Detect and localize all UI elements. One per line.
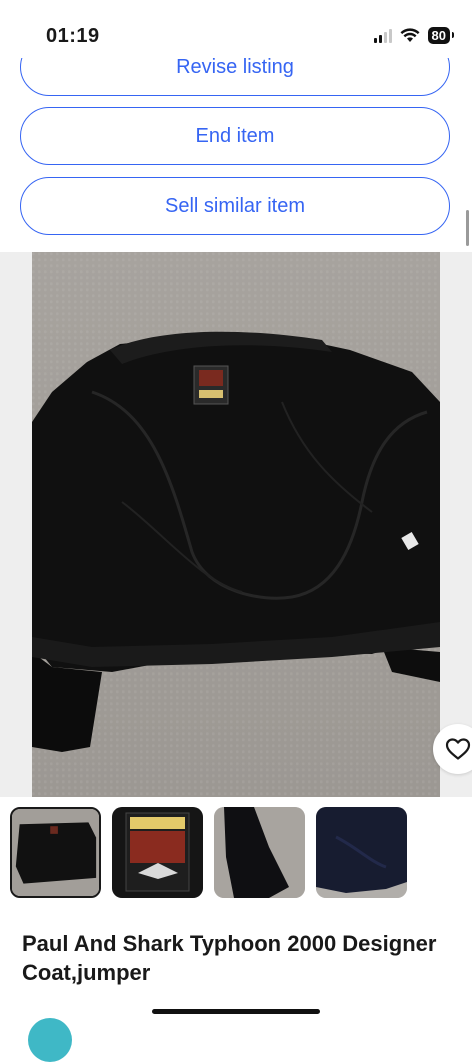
cellular-signal-icon bbox=[373, 28, 392, 43]
wifi-icon bbox=[400, 28, 420, 42]
item-title: Paul And Shark Typhoon 2000 Designer Coa… bbox=[22, 931, 437, 985]
thumbnail-2[interactable] bbox=[112, 807, 203, 898]
scroll-indicator bbox=[466, 210, 469, 246]
photo-gallery[interactable] bbox=[0, 252, 472, 797]
sell-similar-item-button[interactable]: Sell similar item bbox=[20, 177, 450, 235]
thumbnail-strip bbox=[10, 807, 407, 898]
status-bar: 01:19 80 bbox=[0, 0, 472, 58]
thumbnail-3[interactable] bbox=[214, 807, 305, 898]
jacket-lining-thumbnail bbox=[12, 809, 99, 896]
heart-icon bbox=[445, 738, 471, 760]
thumbnail-4[interactable] bbox=[316, 807, 407, 898]
main-item-photo[interactable] bbox=[32, 252, 472, 797]
brand-label-thumbnail bbox=[112, 807, 203, 898]
jacket-photo-image bbox=[32, 331, 440, 752]
fabric-closeup-thumbnail bbox=[316, 807, 407, 898]
home-indicator[interactable] bbox=[152, 1009, 320, 1014]
end-item-button[interactable]: End item bbox=[20, 107, 450, 165]
seller-avatar[interactable] bbox=[28, 1018, 72, 1062]
status-icons: 80 bbox=[373, 27, 455, 44]
battery-icon: 80 bbox=[427, 27, 455, 44]
sleeve-detail-thumbnail bbox=[214, 807, 305, 898]
thumbnail-1[interactable] bbox=[10, 807, 101, 898]
status-time: 01:19 bbox=[46, 25, 100, 47]
